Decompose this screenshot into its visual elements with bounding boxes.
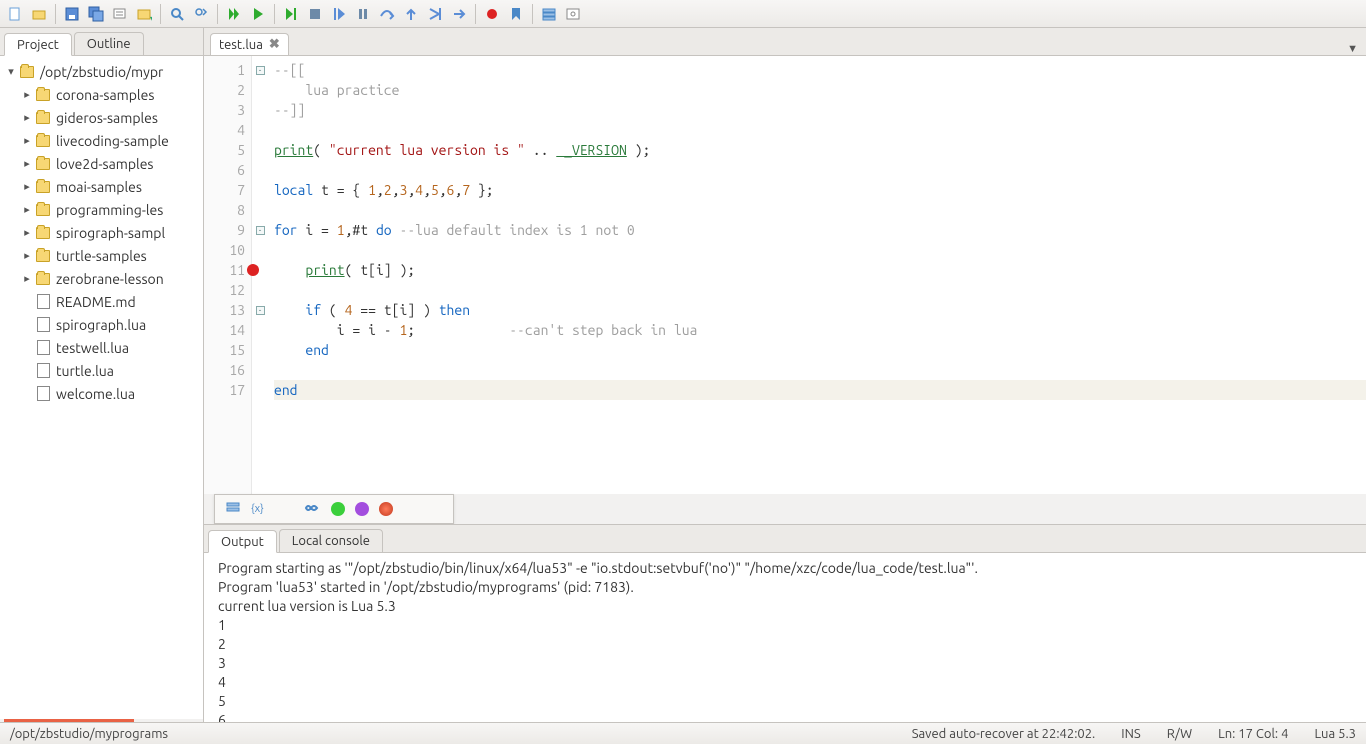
- variables-icon[interactable]: {x}: [251, 500, 267, 519]
- editor-area: test.lua ✖ ▼ 1234567891011121314151617 -…: [204, 28, 1366, 722]
- tab-project[interactable]: Project: [4, 33, 72, 56]
- line-gutter[interactable]: 1234567891011121314151617: [204, 56, 252, 494]
- infinity-icon[interactable]: [303, 500, 321, 519]
- editor-tabs: test.lua ✖ ▼: [204, 28, 1366, 56]
- step-out-button[interactable]: [400, 3, 422, 25]
- tree-file[interactable]: testwell.lua: [0, 336, 203, 359]
- watch-button[interactable]: [562, 3, 584, 25]
- output-panel: Output Local console Program starting as…: [204, 524, 1366, 722]
- tree-folder[interactable]: ▸programming-les: [0, 198, 203, 221]
- status-purple-icon[interactable]: [355, 502, 369, 516]
- status-path: /opt/zbstudio/myprograms: [10, 727, 168, 741]
- project-config-button[interactable]: ▾: [133, 3, 155, 25]
- step-over-button[interactable]: [376, 3, 398, 25]
- open-button[interactable]: [28, 3, 50, 25]
- new-file-button[interactable]: [4, 3, 26, 25]
- tree-folder[interactable]: ▸corona-samples: [0, 83, 203, 106]
- tree-root[interactable]: ▾/opt/zbstudio/mypr: [0, 60, 203, 83]
- save-all-button[interactable]: [85, 3, 107, 25]
- bookmark-button[interactable]: [505, 3, 527, 25]
- output-content[interactable]: Program starting as '"/opt/zbstudio/bin/…: [204, 553, 1366, 722]
- pause-button[interactable]: [352, 3, 374, 25]
- project-panel-tabs: Project Outline: [0, 28, 203, 56]
- debug-toolbar: {x}: [214, 494, 454, 524]
- stop-button[interactable]: [304, 3, 326, 25]
- main-area: Project Outline ▾/opt/zbstudio/mypr▸coro…: [0, 28, 1366, 722]
- status-red-icon[interactable]: [379, 502, 393, 516]
- tree-folder[interactable]: ▸zerobrane-lesson: [0, 267, 203, 290]
- run-to-cursor-button[interactable]: [424, 3, 446, 25]
- code-editor[interactable]: 1234567891011121314151617 --- --[[ lua p…: [204, 56, 1366, 494]
- editor-tab-title: test.lua: [219, 38, 263, 52]
- svg-text:{x}: {x}: [251, 503, 264, 515]
- status-ins: INS: [1121, 727, 1140, 741]
- tree-folder[interactable]: ▸love2d-samples: [0, 152, 203, 175]
- continue-button[interactable]: [448, 3, 470, 25]
- project-panel: Project Outline ▾/opt/zbstudio/mypr▸coro…: [0, 28, 204, 722]
- project-tree[interactable]: ▾/opt/zbstudio/mypr▸corona-samples▸gider…: [0, 56, 203, 719]
- status-lang: Lua 5.3: [1314, 727, 1356, 741]
- step-into-button[interactable]: [328, 3, 350, 25]
- status-position: Ln: 17 Col: 4: [1218, 727, 1288, 741]
- tree-folder[interactable]: ▸moai-samples: [0, 175, 203, 198]
- output-tabs: Output Local console: [204, 525, 1366, 553]
- stack-icon[interactable]: [225, 500, 241, 519]
- status-green-icon[interactable]: [331, 502, 345, 516]
- code-content[interactable]: --[[ lua practice--]] print( "current lu…: [268, 56, 1366, 494]
- status-rw: R/W: [1167, 727, 1192, 741]
- tree-folder[interactable]: ▸gideros-samples: [0, 106, 203, 129]
- close-icon[interactable]: ✖: [269, 37, 280, 52]
- tree-file[interactable]: README.md: [0, 290, 203, 313]
- tree-file[interactable]: welcome.lua: [0, 382, 203, 405]
- find-button[interactable]: [166, 3, 188, 25]
- status-bar: /opt/zbstudio/myprograms Saved auto-reco…: [0, 722, 1366, 744]
- save-button[interactable]: [61, 3, 83, 25]
- svg-text:▾: ▾: [150, 14, 152, 22]
- tree-folder[interactable]: ▸spirograph-sampl: [0, 221, 203, 244]
- tab-outline[interactable]: Outline: [74, 32, 144, 55]
- tree-folder[interactable]: ▸livecoding-sample: [0, 129, 203, 152]
- find-project-button[interactable]: [109, 3, 131, 25]
- breakpoint-button[interactable]: [481, 3, 503, 25]
- replace-button[interactable]: [190, 3, 212, 25]
- tree-file[interactable]: turtle.lua: [0, 359, 203, 382]
- run-button[interactable]: [223, 3, 245, 25]
- tree-file[interactable]: spirograph.lua: [0, 313, 203, 336]
- breakpoint-marker[interactable]: [247, 264, 259, 276]
- step-to-button[interactable]: [280, 3, 302, 25]
- editor-tab[interactable]: test.lua ✖: [210, 33, 289, 55]
- status-autosave: Saved auto-recover at 22:42:02.: [912, 727, 1096, 741]
- tree-folder[interactable]: ▸turtle-samples: [0, 244, 203, 267]
- moon-icon[interactable]: [277, 500, 293, 519]
- debug-button[interactable]: [247, 3, 269, 25]
- editor-tab-menu[interactable]: ▼: [1347, 43, 1358, 55]
- tab-output[interactable]: Output: [208, 530, 277, 553]
- stack-button[interactable]: [538, 3, 560, 25]
- main-toolbar: ▾: [0, 0, 1366, 28]
- tab-local-console[interactable]: Local console: [279, 529, 383, 552]
